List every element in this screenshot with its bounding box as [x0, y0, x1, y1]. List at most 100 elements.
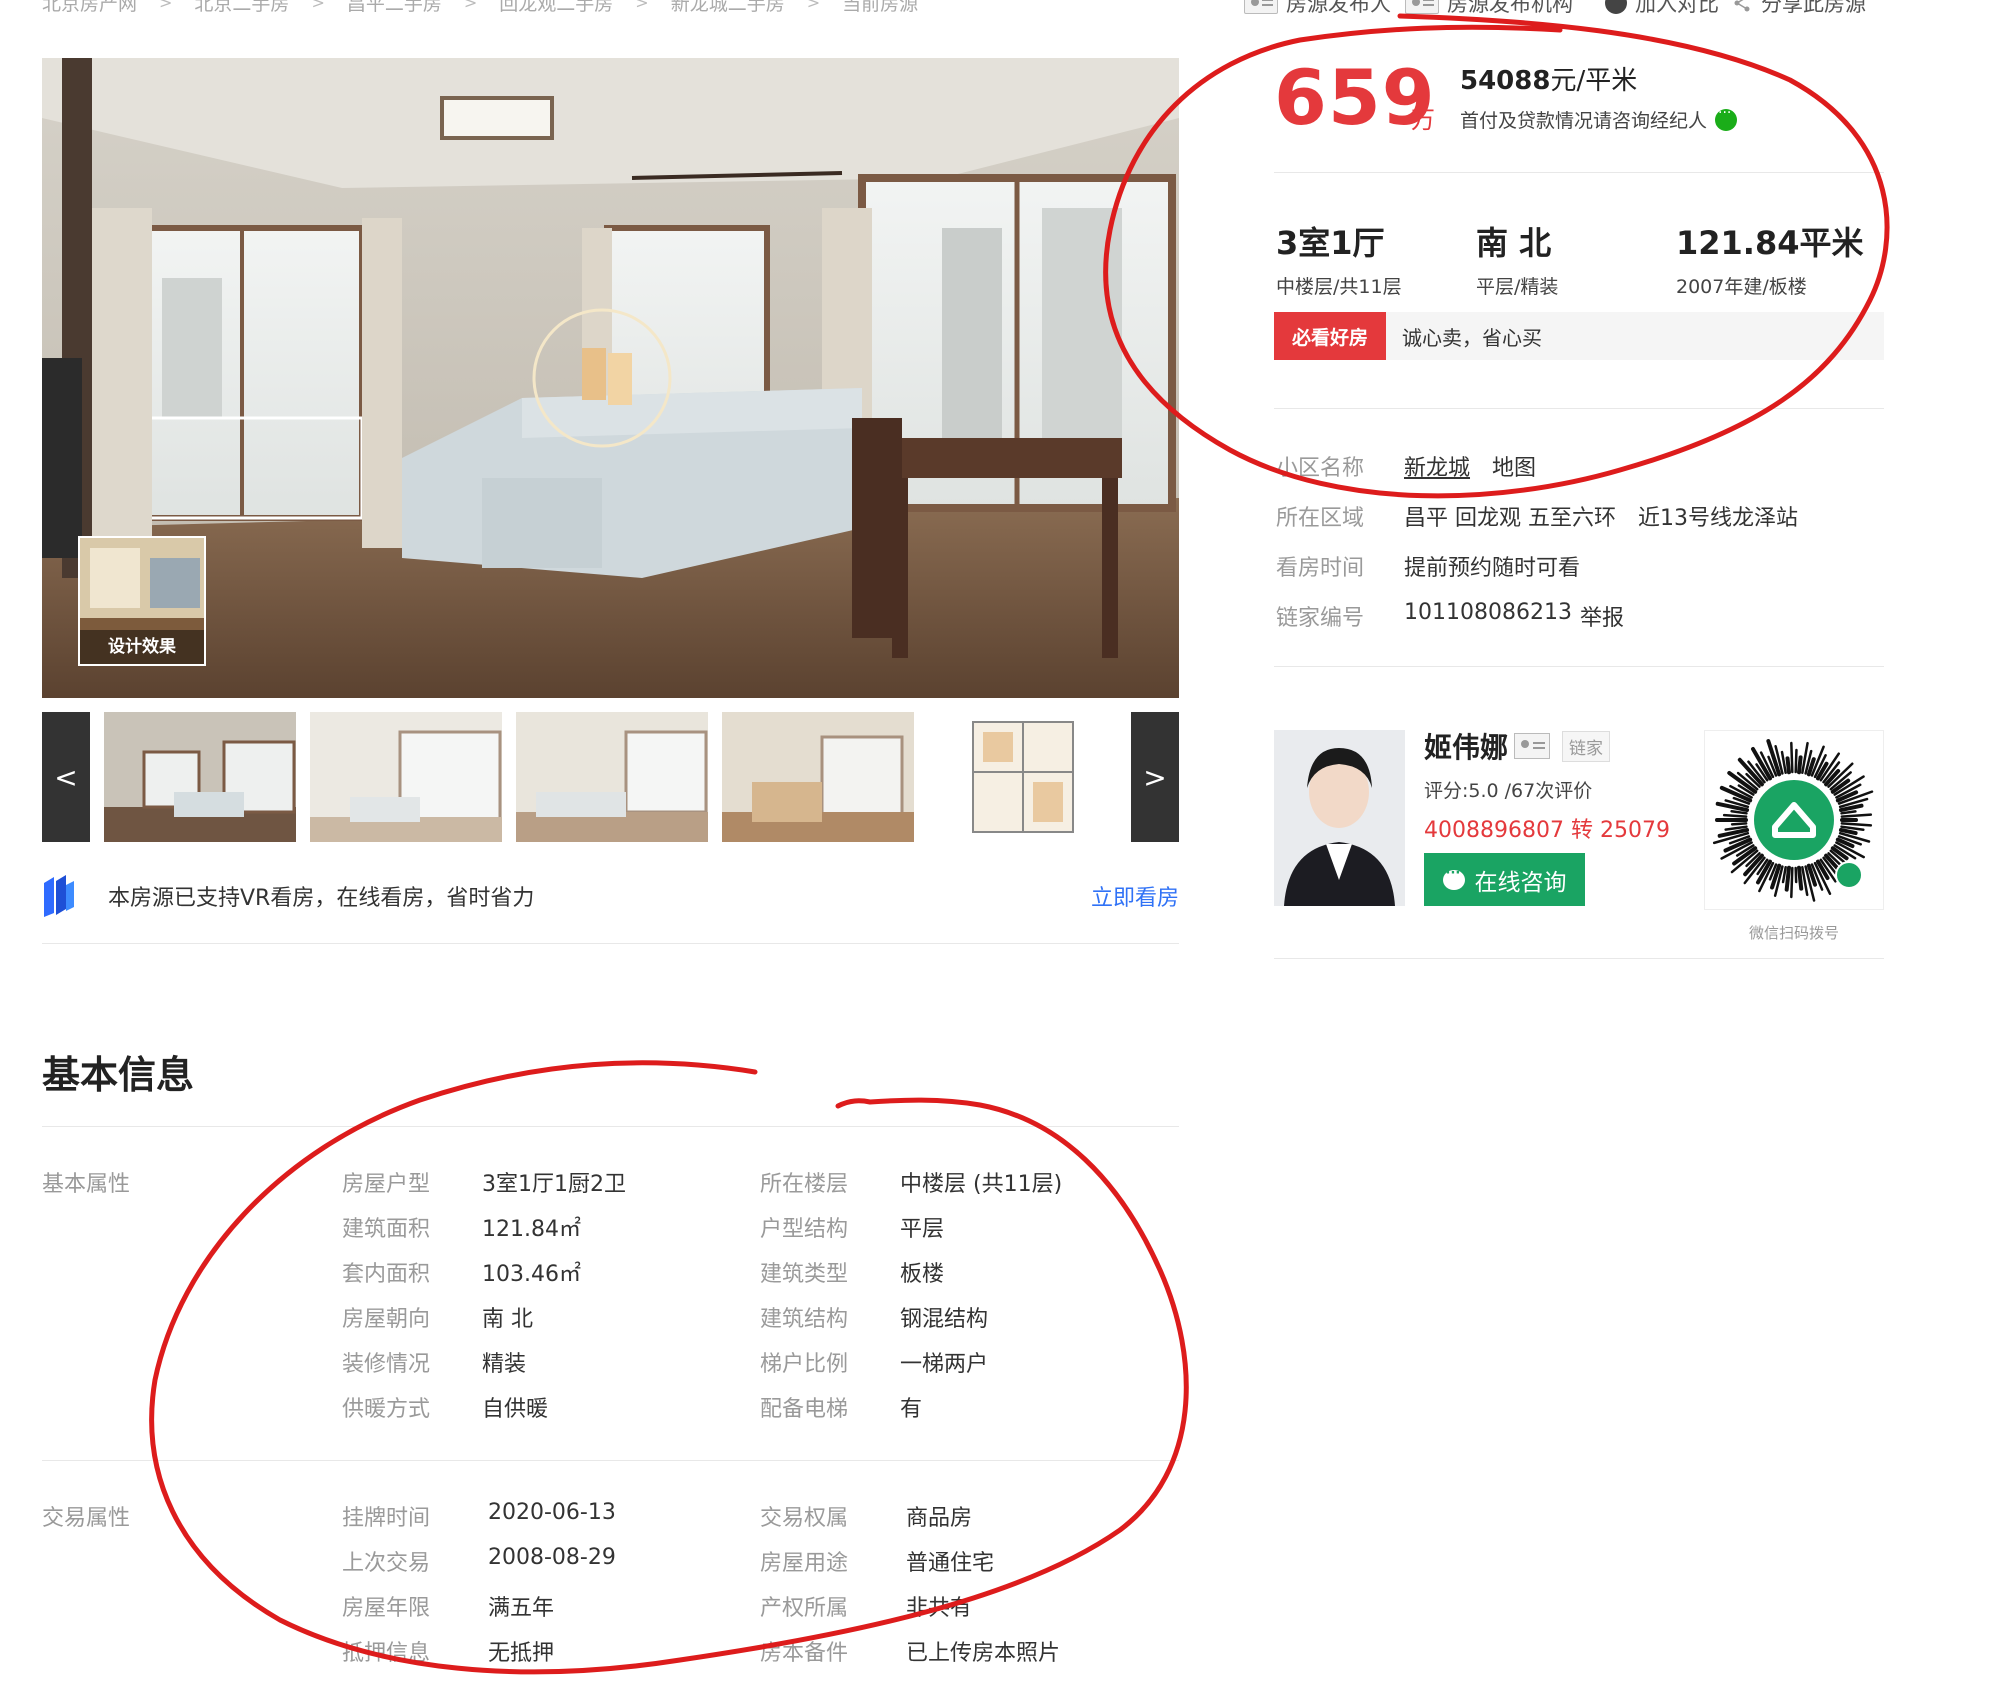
thumbnail-strip: < > [42, 712, 1179, 842]
floorplan-thumbnail[interactable] [928, 712, 1120, 842]
agent-card-icon[interactable] [1514, 733, 1551, 759]
breadcrumb: 北京房产网 > 北京二手房 > 昌平二手房 > 回龙观二手房 > 新龙城二手房 > 当前房… [42, 0, 919, 16]
main-photo[interactable]: 设计效果 [42, 58, 1179, 698]
thumbnail-image[interactable] [722, 712, 914, 842]
attribute-row: 户型结构 平层 [760, 1211, 944, 1243]
attribute-row: 建筑类型 板楼 [760, 1256, 944, 1288]
thumbnail-image[interactable] [310, 712, 502, 842]
breadcrumb-separator: > [159, 0, 173, 12]
breadcrumb-current: 当前房源 [842, 0, 919, 15]
attribute-key: 建筑类型 [760, 1262, 849, 1287]
attribute-value: 中楼层 (共11层) [900, 1172, 1063, 1197]
attribute-row: 建筑结构 钢混结构 [760, 1301, 988, 1333]
community-link[interactable]: 新龙城 [1404, 450, 1470, 482]
highlight-tag-bar: 必看好房 诚心卖，省心买 [1274, 312, 1884, 360]
breadcrumb-item[interactable]: 昌平二手房 [347, 0, 442, 16]
thumbnail-next-button[interactable]: > [1131, 712, 1179, 842]
breadcrumb-separator: > [635, 0, 649, 12]
agency-card-icon [1405, 0, 1439, 14]
attribute-value: 精装 [482, 1352, 527, 1377]
attribute-key: 交易权属 [760, 1506, 849, 1531]
attribute-value: 3室1厅1厨2卫 [482, 1172, 626, 1197]
agency-label: 房源发布机构 [1447, 0, 1573, 16]
vr-view-link[interactable]: 立即看房 [1091, 880, 1179, 912]
area-value[interactable]: 昌平 回龙观 五至六环 [1404, 500, 1616, 532]
attribute-key: 所在楼层 [760, 1172, 849, 1197]
info-key: 小区名称 [1276, 456, 1365, 481]
attribute-row: 房屋朝向 南 北 [342, 1301, 533, 1333]
info-key: 所在区域 [1276, 506, 1365, 531]
tag-slogan: 诚心卖，省心买 [1402, 325, 1542, 350]
attribute-row: 所在楼层 中楼层 (共11层) [760, 1166, 1062, 1198]
listing-id-value: 101108086213 [1404, 600, 1572, 625]
attribute-value: 有 [900, 1397, 923, 1422]
publisher-link[interactable]: 房源发布人 [1244, 0, 1391, 18]
spec-area: 121.84平米 2007年建/板楼 [1676, 218, 1864, 299]
agency-link[interactable]: 房源发布机构 [1405, 0, 1573, 18]
attribute-key: 建筑结构 [760, 1307, 849, 1332]
attribute-value: 2008-08-29 [488, 1545, 616, 1570]
attribute-key: 房本备件 [760, 1641, 849, 1666]
agent-rating: 评分:5.0 /67次评价 [1424, 780, 1593, 802]
spec-sub: 中楼层/共11层 [1276, 276, 1402, 298]
attribute-value: 一梯两户 [900, 1352, 989, 1377]
agent-avatar[interactable] [1274, 730, 1405, 906]
attribute-key: 建筑面积 [342, 1217, 431, 1242]
share-icon [1734, 0, 1750, 12]
agent-name[interactable]: 姬伟娜 [1424, 726, 1508, 766]
breadcrumb-item[interactable]: 北京房产网 [42, 0, 137, 16]
attribute-value: 钢混结构 [900, 1307, 989, 1332]
attribute-value: 南 北 [482, 1307, 533, 1332]
attribute-row: 装修情况 精装 [342, 1346, 526, 1378]
breadcrumb-item[interactable]: 回龙观二手房 [499, 0, 613, 16]
total-price-unit: 万 [1411, 106, 1435, 134]
breadcrumb-item[interactable]: 北京二手房 [194, 0, 289, 16]
payment-note-text: 首付及贷款情况请咨询经纪人 [1460, 110, 1708, 132]
qr-caption: 微信扫码拨号 [1748, 924, 1839, 942]
unit-price-unit: 元/平米 [1550, 66, 1638, 96]
vr-description: 本房源已支持VR看房，在线看房，省时省力 [108, 886, 535, 911]
spec-main: 121.84平米 [1676, 224, 1864, 262]
transaction-attributes-label: 交易属性 [42, 1506, 131, 1531]
design-effect-thumbnail[interactable]: 设计效果 [78, 536, 206, 666]
share-link[interactable]: 分享此房源 [1733, 0, 1866, 18]
divider [1274, 958, 1884, 959]
attribute-key: 挂牌时间 [342, 1506, 431, 1531]
attribute-value: 平层 [900, 1217, 945, 1242]
thumbnail-prev-button[interactable]: < [42, 712, 90, 842]
attribute-row: 房本备件 已上传房本照片 [760, 1635, 1060, 1667]
spec-sub: 平层/精装 [1476, 276, 1559, 298]
attribute-key: 配备电梯 [760, 1397, 849, 1422]
attribute-value: 已上传房本照片 [906, 1641, 1061, 1666]
attribute-key: 户型结构 [760, 1217, 849, 1242]
spec-main: 南 北 [1476, 224, 1552, 262]
attribute-value: 普通住宅 [906, 1551, 995, 1576]
design-effect-label: 设计效果 [80, 630, 204, 664]
contact-card-icon [1244, 0, 1278, 14]
compare-link[interactable]: 加入对比 [1605, 0, 1719, 18]
attribute-row: 建筑面积 121.84㎡ [342, 1211, 581, 1243]
breadcrumb-item[interactable]: 新龙城二手房 [671, 0, 785, 16]
attribute-row: 挂牌时间 2020-06-13 [342, 1500, 616, 1532]
unit-price-value: 54088 [1460, 66, 1551, 96]
breadcrumb-separator: > [463, 0, 478, 12]
attribute-key: 供暖方式 [342, 1397, 431, 1422]
attribute-key: 上次交易 [342, 1551, 431, 1576]
chat-icon[interactable] [1715, 105, 1738, 131]
basic-info-title: 基本信息 [42, 1053, 195, 1097]
attribute-row: 梯户比例 一梯两户 [760, 1346, 988, 1378]
vr-logo-icon [44, 875, 74, 917]
compare-icon [1605, 0, 1627, 14]
attribute-key: 装修情况 [342, 1352, 431, 1377]
online-consult-button[interactable]: 在线咨询 [1424, 853, 1585, 906]
basic-attributes-label: 基本属性 [42, 1172, 131, 1197]
attribute-value: 无抵押 [488, 1641, 555, 1666]
thumbnail-image[interactable] [104, 712, 296, 842]
payment-note: 首付及贷款情况请咨询经纪人 [1460, 105, 1738, 133]
thumbnail-image[interactable] [516, 712, 708, 842]
map-link[interactable]: 地图 [1492, 450, 1536, 482]
agent-name-row: 姬伟娜 链家 [1424, 726, 1611, 766]
attribute-key: 房屋年限 [342, 1596, 431, 1621]
attribute-value: 非共有 [906, 1596, 973, 1621]
report-link[interactable]: 举报 [1580, 600, 1624, 632]
